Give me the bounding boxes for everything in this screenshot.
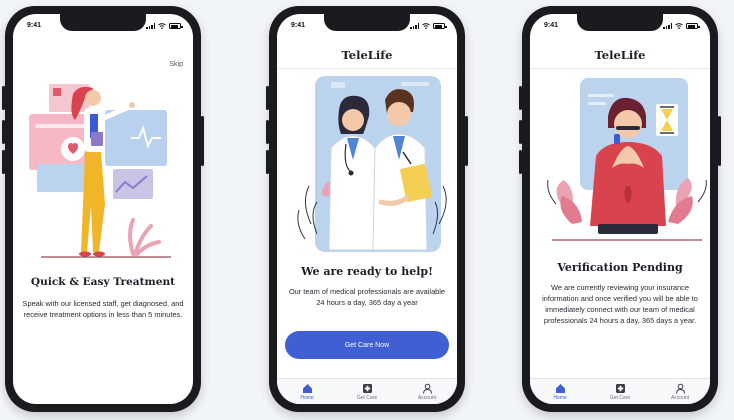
header-divider bbox=[530, 68, 710, 69]
screen-onboarding: 9:41 Skip Quick & Easy Treatment Speak w… bbox=[13, 14, 193, 404]
verification-heading: Verification Pending bbox=[557, 261, 683, 274]
home-body-text: Our team of medical professionals are av… bbox=[288, 287, 446, 307]
tab-get-care[interactable]: Get Care bbox=[590, 379, 650, 404]
battery-icon bbox=[169, 23, 183, 29]
medical-cross-icon bbox=[615, 384, 625, 393]
phone-home: 9:41 TeleLife We are ready to help! Our … bbox=[266, 6, 468, 412]
status-time: 9:41 bbox=[544, 22, 559, 29]
tab-home-label: Home bbox=[300, 395, 314, 401]
phone-notch bbox=[60, 14, 146, 31]
skip-button[interactable]: Skip bbox=[169, 61, 183, 68]
tab-bar: Home Get Care Account bbox=[277, 378, 457, 404]
tab-get-care-label: Get Care bbox=[356, 395, 378, 401]
signal-icon bbox=[410, 23, 419, 29]
signal-icon bbox=[146, 23, 155, 29]
app-title: TeleLife bbox=[594, 48, 646, 62]
tab-account[interactable]: Account bbox=[397, 379, 457, 404]
screen-home: 9:41 TeleLife We are ready to help! Our … bbox=[277, 14, 457, 404]
tab-home[interactable]: Home bbox=[277, 379, 337, 404]
app-title: TeleLife bbox=[341, 48, 393, 62]
medical-team-illustration bbox=[297, 76, 447, 252]
screen-verification: 9:41 TeleLife Verification Pending We ar… bbox=[530, 14, 710, 404]
tab-account-label: Account bbox=[670, 395, 690, 401]
signal-icon bbox=[663, 23, 672, 29]
onboarding-body-text: Speak with our licensed staff, get diagn… bbox=[22, 299, 184, 319]
tab-home[interactable]: Home bbox=[530, 379, 590, 404]
battery-icon bbox=[433, 23, 447, 29]
header-divider bbox=[277, 68, 457, 69]
battery-icon bbox=[686, 23, 700, 29]
verification-body-text: We are currently reviewing your insuranc… bbox=[542, 283, 698, 325]
home-icon bbox=[302, 384, 312, 393]
status-time: 9:41 bbox=[27, 22, 42, 29]
tab-get-care[interactable]: Get Care bbox=[337, 379, 397, 404]
phone-notch bbox=[324, 14, 410, 31]
tab-bar: Home Get Care Account bbox=[530, 378, 710, 404]
phone-verification: 9:41 TeleLife Verification Pending We ar… bbox=[519, 6, 721, 412]
tab-home-label: Home bbox=[553, 395, 567, 401]
doctor-with-screens-illustration bbox=[29, 84, 171, 258]
medical-cross-icon bbox=[362, 384, 372, 393]
onboarding-heading: Quick & Easy Treatment bbox=[30, 276, 176, 288]
waiting-person-illustration bbox=[547, 78, 707, 241]
tab-get-care-label: Get Care bbox=[609, 395, 631, 401]
phone-notch bbox=[577, 14, 663, 31]
wifi-icon bbox=[158, 23, 166, 29]
home-icon bbox=[555, 384, 565, 393]
home-heading: We are ready to help! bbox=[301, 265, 433, 278]
get-care-now-button[interactable]: Get Care Now bbox=[285, 331, 449, 359]
tab-account-label: Account bbox=[417, 395, 437, 401]
tab-account[interactable]: Account bbox=[650, 379, 710, 404]
status-time: 9:41 bbox=[291, 22, 306, 29]
user-icon bbox=[675, 383, 685, 394]
wifi-icon bbox=[675, 23, 683, 29]
user-icon bbox=[422, 383, 432, 394]
wifi-icon bbox=[422, 23, 430, 29]
phone-onboarding: 9:41 Skip Quick & Easy Treatment Speak w… bbox=[2, 6, 204, 412]
